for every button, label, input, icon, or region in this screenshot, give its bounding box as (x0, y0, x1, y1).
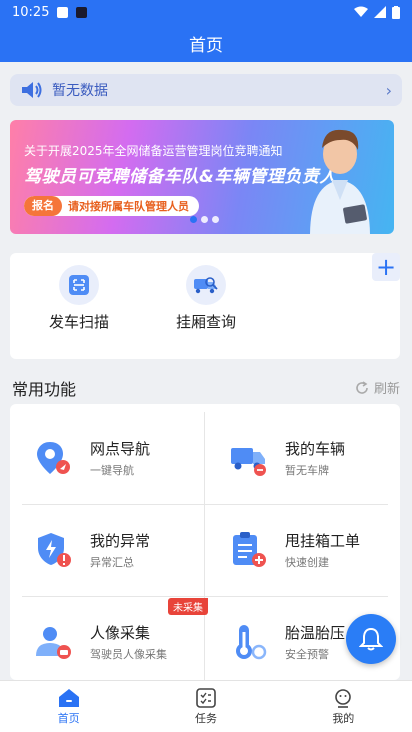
nav-label: 首页 (57, 711, 80, 725)
function-item-my-exceptions[interactable]: 我的异常 异常汇总 (10, 504, 195, 596)
function-subtitle: 驾驶员人像采集 (90, 648, 167, 661)
task-icon (196, 687, 216, 708)
truck-icon (231, 448, 266, 476)
function-title: 甩挂箱工单 (285, 532, 361, 550)
status-bar: 10:25 (0, 0, 412, 24)
banner-tag: 报名 (24, 196, 62, 216)
quick-action-label: 发车扫描 (48, 313, 109, 331)
app-notification-icon (76, 6, 88, 18)
wifi-icon (354, 6, 368, 17)
app-header: 10:25 首页 (0, 0, 412, 62)
carousel-dot[interactable] (190, 216, 197, 223)
quick-actions-card: 发车扫描 挂厢查询 + (10, 253, 400, 359)
banner-cta[interactable]: 报名 请对接所属车队管理人员 (24, 196, 199, 216)
plus-icon: + (375, 253, 397, 281)
carousel-dot[interactable] (212, 216, 219, 223)
function-item-work-order[interactable]: 甩挂箱工单 快速创建 (205, 504, 390, 596)
nav-profile[interactable]: 我的 (275, 681, 412, 732)
bottom-nav: 首页 任务 我的 (0, 680, 412, 732)
function-title: 我的异常 (90, 532, 151, 550)
carousel-dot[interactable] (201, 216, 208, 223)
scan-icon (59, 265, 99, 305)
status-time: 10:25 (12, 4, 50, 20)
quick-action-label: 挂厢查询 (175, 313, 236, 331)
nav-tasks[interactable]: 任务 (137, 681, 274, 732)
function-title: 人像采集 (90, 624, 151, 642)
function-title: 胎温胎压 (285, 624, 346, 642)
banner-subtitle: 关于开展2025年全网储备运营管理岗位竞聘通知 (24, 144, 283, 158)
location-nav-icon (37, 442, 70, 474)
home-icon (58, 688, 79, 707)
notification-fab[interactable] (346, 614, 396, 664)
work-order-icon (233, 532, 266, 567)
carousel-dots[interactable] (190, 216, 219, 223)
notification-icon (57, 6, 69, 18)
quick-action-trailer-query[interactable]: 挂厢查询 (151, 265, 261, 332)
notice-text: 暂无数据 (52, 83, 108, 99)
function-subtitle: 异常汇总 (90, 556, 134, 569)
alert-shield-icon (38, 533, 71, 567)
bell-icon (359, 627, 383, 651)
quick-action-dispatch-scan[interactable]: 发车扫描 (24, 265, 134, 332)
nav-label: 我的 (332, 711, 355, 725)
battery-icon (392, 5, 400, 19)
page-title: 首页 (189, 35, 223, 56)
thermometer-icon (236, 625, 267, 660)
banner-headline: 驾驶员可竞聘储备车队&车辆管理负责人 (24, 167, 337, 187)
speaker-icon (22, 82, 42, 98)
function-grid: 网点导航 一键导航 我的车辆 暂无车牌 我的异常 异常汇总 甩挂箱工单 快速创建… (10, 404, 400, 680)
signal-icon (374, 6, 386, 18)
refresh-label: 刷新 (373, 382, 400, 397)
function-subtitle: 一键导航 (90, 464, 134, 477)
refresh-icon (356, 380, 368, 394)
banner-cta-text: 请对接所属车队管理人员 (68, 200, 189, 213)
user-capture-icon (36, 627, 71, 659)
profile-icon (335, 688, 352, 708)
function-item-my-vehicle[interactable]: 我的车辆 暂无车牌 (205, 412, 390, 504)
person-illustration (310, 129, 370, 234)
function-title: 我的车辆 (285, 440, 346, 458)
function-subtitle: 暂无车牌 (285, 464, 329, 477)
add-shortcut-button[interactable]: + (372, 253, 400, 281)
function-subtitle: 安全预警 (285, 648, 329, 661)
refresh-button[interactable]: 刷新 (354, 378, 400, 397)
section-title: 常用功能 (12, 380, 77, 399)
notice-bar[interactable]: 暂无数据 › (10, 74, 402, 106)
truck-search-icon (186, 265, 226, 305)
nav-home[interactable]: 首页 (0, 681, 137, 732)
function-item-navigation[interactable]: 网点导航 一键导航 (10, 412, 195, 504)
function-subtitle: 快速创建 (285, 556, 329, 569)
chevron-right-icon: › (385, 80, 392, 100)
function-title: 网点导航 (90, 440, 151, 458)
promo-banner[interactable]: 关于开展2025年全网储备运营管理岗位竞聘通知 驾驶员可竞聘储备车队&车辆管理负… (10, 120, 394, 234)
nav-label: 任务 (194, 711, 217, 725)
function-item-portrait-capture[interactable]: 人像采集 驾驶员人像采集 (10, 596, 195, 680)
